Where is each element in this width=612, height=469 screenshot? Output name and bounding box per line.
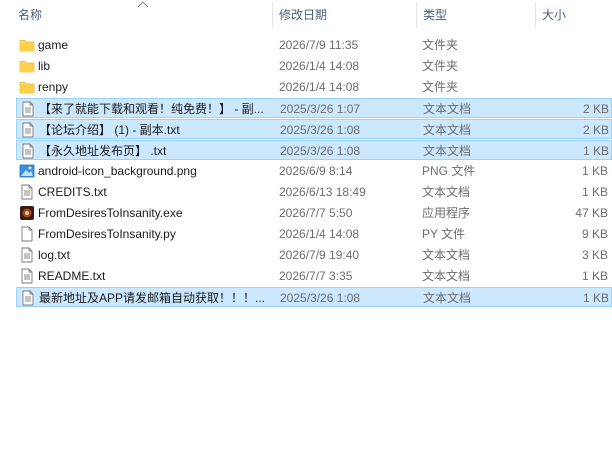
text-file-icon [19, 184, 35, 200]
file-modified-date: 2026/1/4 14:08 [279, 227, 360, 241]
file-row[interactable]: log.txt 2026/7/9 19:40 文本文档 3 KB [16, 245, 612, 265]
file-type: 文件夹 [422, 38, 459, 52]
file-size: 1 KB [582, 144, 609, 158]
file-name: game [38, 38, 69, 52]
file-modified-date: 2026/7/7 5:50 [279, 206, 353, 220]
file-size: 1 KB [581, 164, 608, 178]
file-name: 【论坛介绍】 (1) - 副本.txt [39, 123, 180, 137]
app-exe-icon [19, 205, 35, 221]
column-header-type[interactable]: 类型 [417, 0, 535, 30]
text-file-icon [20, 122, 36, 138]
file-row[interactable]: FromDesiresToInsanity.exe 2026/7/7 5:50 应用… [16, 203, 612, 223]
file-row[interactable]: 最新地址及APP请发邮箱自动获取！！！... 2025/3/26 1:08 文本文档… [16, 287, 612, 307]
file-type: 文本文档 [423, 102, 472, 116]
file-row[interactable]: 【论坛介绍】 (1) - 副本.txt 2025/3/26 1:08 文本文档 2 K… [16, 119, 612, 139]
column-header-name[interactable]: 名称 [12, 0, 272, 30]
text-file-icon [19, 247, 35, 263]
file-modified-date: 2026/7/9 19:40 [279, 248, 360, 262]
file-modified-date: 2025/3/26 1:08 [280, 144, 361, 158]
text-file-icon [20, 290, 36, 306]
file-type: 文件夹 [422, 80, 459, 94]
file-type: 文本文档 [423, 291, 472, 305]
file-name: CREDITS.txt [38, 185, 107, 199]
blank-file-icon [19, 226, 35, 242]
file-size: 3 KB [581, 248, 608, 262]
folder-icon [19, 58, 35, 74]
file-row[interactable]: FromDesiresToInsanity.py 2026/1/4 14:08 PY… [16, 224, 612, 244]
file-row[interactable]: 【来了就能下载和观看！纯免费！】 - 副... 2025/3/26 1:07 文本文… [16, 98, 612, 118]
file-modified-date: 2026/6/9 8:14 [279, 164, 353, 178]
file-size: 1 KB [582, 291, 609, 305]
file-row[interactable]: lib 2026/1/4 14:08 文件夹 [16, 56, 612, 76]
file-name: 【永久地址发布页】 .txt [39, 144, 167, 158]
file-name: FromDesiresToInsanity.py [38, 227, 176, 241]
file-type: 应用程序 [422, 206, 471, 220]
file-size: 2 KB [582, 102, 609, 116]
file-type: 文本文档 [422, 269, 471, 283]
file-size: 9 KB [581, 227, 608, 241]
file-size: 2 KB [582, 123, 609, 137]
file-name: FromDesiresToInsanity.exe [38, 206, 183, 220]
image-file-icon [19, 163, 35, 179]
file-modified-date: 2025/3/26 1:08 [280, 291, 361, 305]
file-row[interactable]: game 2026/7/9 11:35 文件夹 [16, 35, 612, 55]
file-name: 【来了就能下载和观看！纯免费！】 - 副... [39, 102, 264, 116]
file-size [536, 77, 608, 97]
folder-icon [19, 79, 35, 95]
folder-icon [19, 37, 35, 53]
column-header-date[interactable]: 修改日期 [273, 0, 416, 30]
file-name: android-icon_background.png [38, 164, 197, 178]
file-row[interactable]: android-icon_background.png 2026/6/9 8:14… [16, 161, 612, 181]
file-type: 文本文档 [422, 185, 471, 199]
file-size [536, 56, 608, 76]
file-modified-date: 2025/3/26 1:07 [280, 102, 361, 116]
file-name: README.txt [38, 269, 106, 283]
file-modified-date: 2025/3/26 1:08 [280, 123, 361, 137]
file-row[interactable]: renpy 2026/1/4 14:08 文件夹 [16, 77, 612, 97]
text-file-icon [20, 101, 36, 117]
file-modified-date: 2026/6/13 18:49 [279, 185, 366, 199]
file-modified-date: 2026/7/9 11:35 [279, 38, 359, 52]
file-type: PNG 文件 [422, 164, 476, 178]
file-name: 最新地址及APP请发邮箱自动获取！！！... [39, 291, 266, 305]
file-type: 文本文档 [423, 123, 472, 137]
file-size: 1 KB [581, 269, 608, 283]
file-row[interactable]: CREDITS.txt 2026/6/13 18:49 文本文档 1 KB [16, 182, 612, 202]
file-modified-date: 2026/7/7 3:35 [279, 269, 353, 283]
file-row[interactable]: 【永久地址发布页】 .txt 2025/3/26 1:08 文本文档 1 KB [16, 140, 612, 160]
file-row[interactable]: README.txt 2026/7/7 3:35 文本文档 1 KB [16, 266, 612, 286]
column-header-bar: 名称 修改日期 类型 大小 [0, 0, 612, 30]
file-name: renpy [38, 80, 69, 94]
file-modified-date: 2026/1/4 14:08 [279, 59, 360, 73]
column-header-size[interactable]: 大小 [536, 0, 612, 30]
file-type: 文本文档 [422, 248, 471, 262]
text-file-icon [20, 143, 36, 159]
file-size: 1 KB [581, 185, 608, 199]
file-modified-date: 2026/1/4 14:08 [279, 80, 360, 94]
file-type: 文件夹 [422, 59, 459, 73]
file-name: lib [38, 59, 51, 73]
file-type: 文本文档 [423, 144, 472, 158]
file-name: log.txt [38, 248, 71, 262]
text-file-icon [19, 268, 35, 284]
file-size: 47 KB [575, 206, 608, 220]
file-type: PY 文件 [422, 227, 466, 241]
file-size [536, 35, 608, 55]
